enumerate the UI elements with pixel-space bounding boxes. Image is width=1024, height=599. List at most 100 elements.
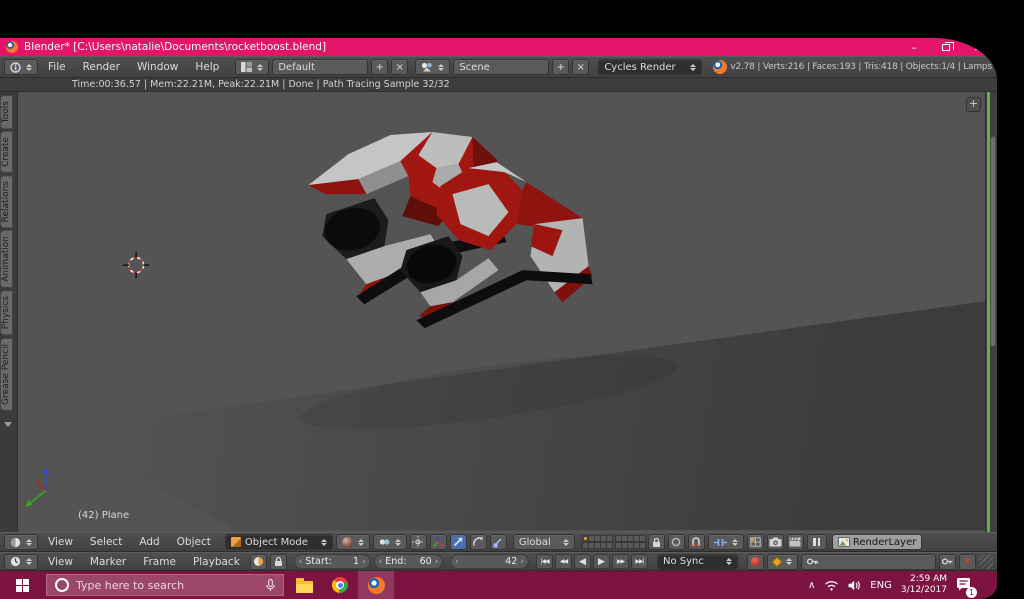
render-still-button[interactable] xyxy=(767,534,784,550)
timeline-menu-frame[interactable]: Frame xyxy=(136,556,183,568)
speaker-icon[interactable] xyxy=(848,580,861,591)
lock-to-scene-button[interactable] xyxy=(648,534,665,550)
clock-widget[interactable]: 2:59 AM 3/12/2017 xyxy=(901,574,947,597)
decrement-icon[interactable]: ‹ xyxy=(379,557,383,567)
manipulator-axes-button[interactable] xyxy=(430,534,447,550)
notification-badge: 1 xyxy=(966,587,977,598)
screen-layout-field[interactable]: Default xyxy=(272,59,368,75)
sync-mode-select[interactable]: No Sync xyxy=(657,554,738,570)
insert-keyframe-button[interactable] xyxy=(939,554,956,570)
screen-layout-browse-button[interactable] xyxy=(235,59,269,75)
jump-to-start-button[interactable]: |◀◀ xyxy=(536,554,553,569)
play-button[interactable]: ▶ xyxy=(593,554,610,569)
language-indicator[interactable]: ENG xyxy=(870,580,892,591)
pivot-point-select[interactable] xyxy=(373,534,407,550)
view3d-menu-select[interactable]: Select xyxy=(83,536,129,548)
blender-splash-icon[interactable] xyxy=(713,60,727,74)
editor-type-3dview-button[interactable] xyxy=(4,534,38,550)
action-center-button[interactable]: 1 xyxy=(956,577,971,594)
menu-render[interactable]: Render xyxy=(76,61,127,73)
rotate-manipulator-button[interactable] xyxy=(470,534,487,550)
lock-icon xyxy=(274,556,283,567)
snap-magnet-button[interactable] xyxy=(688,534,705,550)
increment-icon[interactable]: › xyxy=(435,557,439,567)
taskbar-file-explorer[interactable] xyxy=(286,571,322,599)
translate-manipulator-button[interactable] xyxy=(450,534,467,550)
snap-target-select[interactable] xyxy=(708,534,744,550)
layers-widget[interactable] xyxy=(582,535,645,549)
scene-browse-button[interactable] xyxy=(415,59,450,75)
view3d-menu-view[interactable]: View xyxy=(41,536,80,548)
decrement-icon[interactable]: ‹ xyxy=(455,557,459,567)
editor-type-timeline-button[interactable] xyxy=(4,554,38,570)
shelf-collapse-arrow-icon[interactable] xyxy=(4,422,12,427)
editor-type-info-button[interactable] xyxy=(4,59,38,75)
scrollbar-handle[interactable] xyxy=(990,136,996,347)
render-engine-select[interactable]: Cycles Render xyxy=(598,59,702,75)
render-layer-select[interactable]: RenderLayer xyxy=(832,534,922,550)
resize-grip[interactable] xyxy=(979,555,993,569)
keying-set-field[interactable] xyxy=(801,554,936,570)
view3d-menu-object[interactable]: Object xyxy=(170,536,218,548)
search-input[interactable] xyxy=(76,579,259,592)
scale-manipulator-button[interactable] xyxy=(490,534,507,550)
frame-start-field[interactable]: ‹ Start: 1 › xyxy=(294,554,371,569)
taskbar-chrome[interactable] xyxy=(322,571,358,599)
render-animation-button[interactable] xyxy=(787,534,804,550)
taskbar-search[interactable] xyxy=(46,574,284,596)
wifi-icon[interactable] xyxy=(824,580,839,591)
properties-panel-expand-button[interactable]: + xyxy=(966,97,981,112)
timeline-menu-view[interactable]: View xyxy=(41,556,80,568)
manipulator-toggle-button[interactable] xyxy=(410,534,427,550)
lock-frame-button[interactable] xyxy=(270,554,287,570)
frame-end-field[interactable]: ‹ End: 60 › xyxy=(374,554,444,569)
pause-render-button[interactable] xyxy=(807,534,827,550)
current-frame-field[interactable]: ‹ 42 › xyxy=(450,554,529,569)
next-keyframe-button[interactable]: ▶▶ xyxy=(612,554,629,569)
previous-keyframe-button[interactable]: ◀◀ xyxy=(555,554,572,569)
tray-chevron-icon[interactable]: ∧ xyxy=(808,580,815,591)
jump-to-end-button[interactable]: ▶▶| xyxy=(631,554,648,569)
viewport-scrollbar[interactable] xyxy=(985,92,997,532)
menu-help[interactable]: Help xyxy=(188,61,226,73)
start-button[interactable] xyxy=(0,571,44,599)
orientation-select[interactable]: Global xyxy=(513,534,575,550)
menu-window[interactable]: Window xyxy=(130,61,185,73)
increment-icon[interactable]: › xyxy=(362,557,366,567)
tab-animation[interactable]: Animation xyxy=(0,230,13,288)
taskbar-blender[interactable] xyxy=(358,571,394,599)
translate-arrow-icon xyxy=(452,536,464,548)
tab-physics[interactable]: Physics xyxy=(0,290,13,335)
view3d-menu-add[interactable]: Add xyxy=(132,536,166,548)
add-layout-button[interactable]: + xyxy=(371,59,388,75)
viewport-shading-select[interactable] xyxy=(336,534,370,550)
scene-field[interactable]: Scene xyxy=(453,59,549,75)
increment-icon[interactable]: › xyxy=(520,557,524,567)
restore-button[interactable] xyxy=(933,40,959,54)
rocket-model[interactable] xyxy=(308,132,592,328)
tab-relations[interactable]: Relations xyxy=(0,175,13,228)
delete-keyframe-button[interactable]: × xyxy=(959,554,976,570)
tab-grease-pencil[interactable]: Grease Pencil xyxy=(0,338,13,411)
tab-tools[interactable]: Tools xyxy=(0,95,13,129)
timeline-menu-playback[interactable]: Playback xyxy=(186,556,247,568)
microphone-icon[interactable] xyxy=(266,579,275,592)
3d-viewport[interactable]: (42) Plane + xyxy=(18,92,985,532)
add-scene-button[interactable]: + xyxy=(552,59,569,75)
delete-layout-button[interactable]: × xyxy=(391,59,408,75)
tab-create[interactable]: Create xyxy=(0,131,13,173)
decrement-icon[interactable]: ‹ xyxy=(299,557,303,567)
snap-circle-button[interactable] xyxy=(668,534,685,550)
auto-keyframe-button[interactable] xyxy=(747,554,764,570)
mode-select[interactable]: Object Mode xyxy=(225,534,333,550)
3d-cursor-icon[interactable] xyxy=(123,252,149,278)
preview-range-button[interactable] xyxy=(250,554,267,570)
timeline-menu-marker[interactable]: Marker xyxy=(83,556,133,568)
menu-file[interactable]: File xyxy=(41,61,73,73)
keying-mode-select[interactable] xyxy=(767,554,798,570)
play-reverse-button[interactable]: ◀ xyxy=(574,554,591,569)
minimize-button[interactable]: – xyxy=(901,40,927,54)
delete-scene-button[interactable]: × xyxy=(572,59,589,75)
close-button[interactable]: × xyxy=(965,40,991,54)
render-border-button[interactable] xyxy=(747,534,764,550)
